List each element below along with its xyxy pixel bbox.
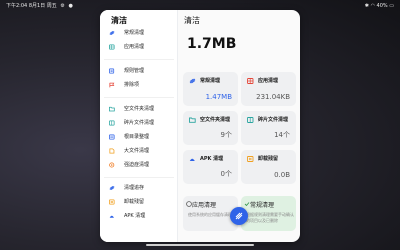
card-value: 9个 bbox=[220, 131, 232, 139]
card-apk-clean[interactable]: APK 清理 0个 bbox=[183, 150, 238, 184]
sidebar-item-label: 空文件夹清理 bbox=[124, 106, 155, 112]
card-value: 14个 bbox=[274, 131, 290, 139]
sidebar-item-app-clean[interactable]: 应用清理 bbox=[104, 40, 174, 54]
sidebar-item-label: 常规清理 bbox=[124, 30, 145, 36]
sidebar-item-label: 卸载残留 bbox=[124, 199, 145, 205]
tile-description: 根据规则清理需要手动确认的项目以及已删除 bbox=[246, 212, 294, 223]
sidebar-item-label: 应用清理 bbox=[124, 44, 145, 50]
sidebar-item-label: 根目录整理 bbox=[124, 134, 150, 140]
sidebar-item-history[interactable]: 清理追存 bbox=[104, 181, 174, 195]
sidebar-item-empty-folder[interactable]: 空文件夹清理 bbox=[104, 102, 174, 116]
apk-icon bbox=[189, 158, 195, 161]
app-grid-icon bbox=[247, 78, 254, 84]
ocd-icon bbox=[109, 162, 115, 168]
sidebar-divider bbox=[104, 177, 174, 178]
fragment-icon bbox=[109, 120, 115, 126]
sidebar-item-label: 强迫症清理 bbox=[124, 162, 150, 168]
page-title: 清洁 bbox=[184, 16, 200, 25]
card-uninstall-residue[interactable]: 卸载残留 0.0B bbox=[241, 150, 296, 184]
total-junk-size: 1.7MB bbox=[187, 36, 237, 52]
sidebar-item-ocd-clean[interactable]: 强迫症清理 bbox=[104, 158, 174, 172]
root-dir-icon bbox=[109, 134, 115, 140]
card-value: 231.04KB bbox=[256, 93, 290, 101]
sidebar-item-fragment-file[interactable]: 碎片文件清理 bbox=[104, 116, 174, 130]
sidebar-item-label: 碎片文件清理 bbox=[124, 120, 155, 126]
card-value: 0.0B bbox=[274, 171, 290, 179]
sidebar-item-label: APK 清理 bbox=[124, 213, 146, 219]
large-file-icon bbox=[109, 148, 115, 154]
history-icon bbox=[109, 185, 115, 191]
notification-icon: ⚙ bbox=[60, 3, 65, 9]
card-fragment-file[interactable]: 碎片文件清理 14个 bbox=[241, 111, 296, 145]
card-title: 空文件夹清理 bbox=[200, 117, 231, 123]
uninstall-icon bbox=[247, 156, 254, 162]
sidebar-item-regular-clean[interactable]: 常规清理 bbox=[104, 26, 174, 40]
card-title: APK 清理 bbox=[200, 156, 224, 162]
card-value: 0个 bbox=[220, 170, 232, 178]
sidebar-item-label: 清理追存 bbox=[124, 185, 145, 191]
notification-icon-2: ● bbox=[68, 3, 73, 9]
sidebar-item-apk-clean[interactable]: APK 清理 bbox=[104, 209, 174, 223]
sidebar-item-label: 规则管理 bbox=[124, 68, 145, 74]
card-empty-folder[interactable]: 空文件夹清理 9个 bbox=[183, 111, 238, 145]
card-title: 碎片文件清理 bbox=[258, 117, 289, 123]
sidebar-divider bbox=[104, 97, 174, 98]
card-title: 常规清理 bbox=[200, 78, 221, 84]
sidebar-item-uninstall-residue[interactable]: 卸载残留 bbox=[104, 195, 174, 209]
folder-icon bbox=[189, 117, 196, 123]
wifi-icon: ◠ bbox=[370, 3, 375, 9]
card-title: 应用清理 bbox=[258, 78, 279, 84]
tile-description: 使用系统的应用缓存清理 bbox=[188, 212, 232, 217]
broom-icon bbox=[109, 30, 115, 36]
sidebar-item-root-dir[interactable]: 根目录整理 bbox=[104, 130, 174, 144]
rules-icon bbox=[109, 68, 115, 74]
battery-icon: ▭ bbox=[389, 3, 394, 9]
sidebar-item-rules[interactable]: 规则管理 bbox=[104, 64, 174, 78]
clean-fab-button[interactable] bbox=[230, 207, 248, 225]
card-app-clean[interactable]: 应用清理 231.04KB bbox=[241, 72, 296, 106]
uninstall-icon bbox=[109, 199, 115, 205]
sidebar-item-label: 排除项 bbox=[124, 82, 140, 88]
card-regular-clean[interactable]: 常规清理 1.47MB bbox=[183, 72, 238, 106]
sidebar-item-large-file[interactable]: 大文件清理 bbox=[104, 144, 174, 158]
tile-regular-clean[interactable]: 常规清理 根据规则清理需要手动确认的项目以及已删除 bbox=[241, 196, 296, 231]
sidebar-divider bbox=[104, 59, 174, 60]
status-time-date: 下午2:04 8月1日 周五 bbox=[6, 3, 57, 9]
apk-icon bbox=[109, 215, 114, 218]
folder-icon bbox=[109, 106, 115, 112]
sidebar: 清洁 常规清理 应用清理 规则管理 排除项 空文件夹清理 碎片文件清理 根目录整… bbox=[100, 10, 178, 242]
sidebar-title: 清洁 bbox=[111, 16, 127, 25]
app-grid-icon bbox=[109, 44, 115, 50]
broom-icon bbox=[235, 212, 243, 220]
app-window: 清洁 常规清理 应用清理 规则管理 排除项 空文件夹清理 碎片文件清理 根目录整… bbox=[100, 10, 300, 242]
sidebar-item-label: 大文件清理 bbox=[124, 148, 150, 154]
fragment-icon bbox=[247, 117, 254, 123]
flag-icon bbox=[109, 82, 115, 88]
tile-title: 应用清理 bbox=[192, 202, 217, 209]
card-value: 1.47MB bbox=[205, 93, 232, 101]
battery-percent: 40% bbox=[376, 3, 388, 9]
bluetooth-icon: ✱ bbox=[364, 3, 369, 9]
card-title: 卸载残留 bbox=[258, 156, 279, 162]
broom-icon bbox=[189, 78, 196, 84]
tile-title: 常规清理 bbox=[250, 202, 275, 209]
home-indicator[interactable] bbox=[146, 244, 254, 246]
sidebar-item-exclusions[interactable]: 排除项 bbox=[104, 78, 174, 92]
